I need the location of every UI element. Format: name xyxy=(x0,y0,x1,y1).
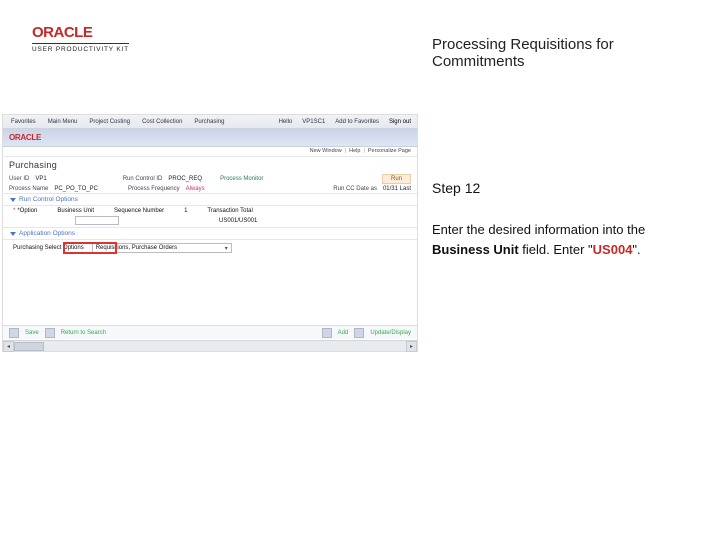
purchasing-select-options-label: Purchasing Select Options xyxy=(13,245,84,251)
add-icon[interactable] xyxy=(322,328,332,338)
step-number: Step 12 xyxy=(432,180,706,196)
run-control-id-label: Run Control ID xyxy=(123,176,163,182)
instruction-mid: field. Enter " xyxy=(519,242,593,257)
dropdown-value: Requisitions, Purchase Orders xyxy=(96,245,177,251)
embedded-app-screenshot: Favorites Main Menu Project Costing Cost… xyxy=(2,114,418,352)
app-footer: Save Return to Search Add Update/Display xyxy=(3,325,417,339)
run-date-value: 01/31 Last xyxy=(383,186,411,192)
process-name-label: Process Name xyxy=(9,186,48,192)
transaction-code: US001/US001 xyxy=(219,218,257,224)
add-favorites-link[interactable]: Add to Favorites xyxy=(335,119,379,125)
process-monitor-link[interactable]: Process Monitor xyxy=(220,176,263,182)
instruction-field-name: Business Unit xyxy=(432,242,519,257)
return-icon[interactable] xyxy=(45,328,55,338)
oracle-wordmark: ORACLE xyxy=(32,24,129,41)
purchasing-select-options-dropdown[interactable]: Requisitions, Purchase Orders ▾ xyxy=(92,243,232,253)
instruction-prefix: Enter the desired information into the xyxy=(432,222,645,237)
run-control-options-label: Run Control Options xyxy=(19,196,78,203)
help-link[interactable]: Help xyxy=(349,148,360,154)
section-application-options[interactable]: Application Options xyxy=(3,227,417,240)
user-id-label: User ID xyxy=(9,176,29,182)
personalize-link[interactable]: Personalize Page xyxy=(368,148,411,154)
process-frequency-value: Always xyxy=(186,186,205,192)
app-subtoolbar: New Window|Help|Personalize Page xyxy=(3,147,417,157)
page-title: Processing Requisitions for Commitments xyxy=(432,36,706,70)
upk-product-name: USER PRODUCTIVITY KIT xyxy=(32,43,129,53)
process-frequency-label: Process Frequency xyxy=(128,186,180,192)
chevron-down-icon xyxy=(10,232,16,236)
chevron-down-icon xyxy=(10,198,16,202)
run-control-id-value: PROC_REQ xyxy=(168,176,202,182)
run-date-label: Run CC Date as xyxy=(333,186,377,192)
chevron-down-icon: ▾ xyxy=(225,245,228,252)
menu-purchasing[interactable]: Purchasing xyxy=(194,119,224,125)
save-button[interactable]: Save xyxy=(25,330,39,336)
new-window-link[interactable]: New Window xyxy=(310,148,342,154)
menu-cost-collection[interactable]: Cost Collection xyxy=(142,119,182,125)
menu-main[interactable]: Main Menu xyxy=(48,119,78,125)
instruction-value: US004 xyxy=(593,242,633,257)
business-unit-input[interactable] xyxy=(75,216,119,225)
save-icon[interactable] xyxy=(9,328,19,338)
option-label: *Option xyxy=(17,208,37,214)
app-oracle-logo: ORACLE xyxy=(9,133,41,142)
scroll-left-button[interactable]: ◂ xyxy=(3,341,14,352)
section-run-control-options[interactable]: Run Control Options xyxy=(3,193,417,206)
business-unit-label: Business Unit xyxy=(57,208,94,214)
scroll-thumb[interactable] xyxy=(14,342,44,351)
menu-project-costing[interactable]: Project Costing xyxy=(89,119,130,125)
scroll-track[interactable] xyxy=(14,341,406,352)
application-options-label: Application Options xyxy=(19,230,75,237)
hello-label: Hello xyxy=(279,119,293,125)
sequence-number-value: 1 xyxy=(184,208,187,214)
upk-logo: ORACLE USER PRODUCTIVITY KIT xyxy=(32,24,129,53)
module-title: Purchasing xyxy=(3,157,417,173)
update-icon[interactable] xyxy=(354,328,364,338)
return-to-search-button[interactable]: Return to Search xyxy=(61,330,106,336)
app-menubar: Favorites Main Menu Project Costing Cost… xyxy=(3,115,417,129)
transaction-total-label: Transaction Total xyxy=(207,208,252,214)
app-brandbar: ORACLE xyxy=(3,129,417,147)
instruction-text: Enter the desired information into the B… xyxy=(432,220,692,259)
run-button[interactable]: Run xyxy=(382,174,411,184)
signout-link[interactable]: Sign out xyxy=(389,119,411,125)
user-name: VP1SC1 xyxy=(302,119,325,125)
menu-favorites[interactable]: Favorites xyxy=(11,119,36,125)
scroll-right-button[interactable]: ▸ xyxy=(406,341,417,352)
add-button[interactable]: Add xyxy=(338,330,349,336)
update-display-button[interactable]: Update/Display xyxy=(370,330,411,336)
sequence-number-label: Sequence Number xyxy=(114,208,164,214)
process-name-value: PC_PO_TO_PC xyxy=(54,186,98,192)
horizontal-scrollbar[interactable]: ◂ ▸ xyxy=(3,340,417,351)
user-id-value: VP1 xyxy=(35,176,46,182)
instruction-suffix: ". xyxy=(632,242,640,257)
